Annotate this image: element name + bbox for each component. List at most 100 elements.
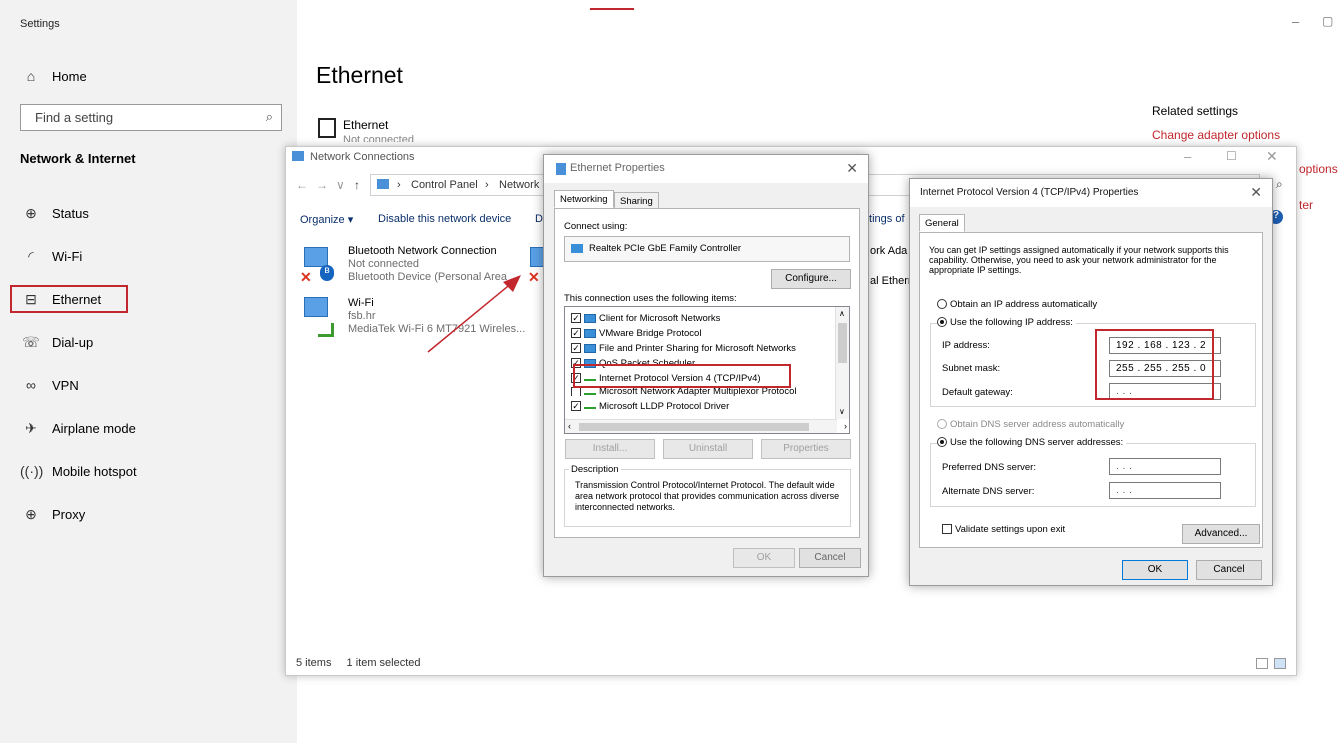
airplane-icon: ✈ (25, 419, 37, 436)
section-header: Network & Internet (20, 151, 136, 166)
hscroll-thumb[interactable] (579, 423, 809, 431)
ipv4-intro-text: You can get IP settings assigned automat… (929, 245, 1229, 275)
ipv4-title: Internet Protocol Version 4 (TCP/IPv4) P… (920, 187, 1139, 198)
list-item[interactable]: ✓ Client for Microsoft Networks (571, 312, 720, 324)
item-label: VMware Bridge Protocol (599, 327, 702, 339)
checkbox-file-sharing[interactable]: ✓ (571, 343, 581, 353)
ipv4-cancel-button[interactable]: Cancel (1196, 560, 1262, 580)
nc-maximize-icon[interactable]: ☐ (1226, 149, 1237, 163)
obtain-dns-radio[interactable]: Obtain DNS server address automatically (937, 419, 1124, 430)
ethernet-item-label[interactable]: Ethernet (343, 118, 388, 132)
ep-ok-button[interactable]: OK (733, 548, 795, 568)
highlight-ethernet-nav (10, 285, 128, 313)
nav-dialup[interactable]: ☏ Dial-up (20, 328, 93, 356)
list-item[interactable]: ✓ Microsoft LLDP Protocol Driver (571, 400, 729, 412)
nav-status[interactable]: ⊕ Status (20, 199, 89, 227)
change-settings-button-clipped[interactable]: ttings of (866, 213, 905, 225)
default-gateway-label: Default gateway: (942, 387, 1013, 398)
scroll-down-icon[interactable]: ∨ (839, 407, 845, 416)
scroll-right-icon[interactable]: › (844, 421, 847, 431)
breadcrumb-network[interactable]: Network a (499, 179, 549, 191)
nav-wifi[interactable]: ◜ Wi-Fi (20, 242, 82, 270)
alternate-dns-field[interactable]: . . . (1109, 482, 1221, 499)
wifi-connection-icon (300, 295, 334, 339)
back-arrow-icon[interactable]: ← (296, 178, 308, 192)
organize-menu[interactable]: Organize ▾ (300, 213, 353, 226)
details-view-icon[interactable] (1256, 658, 1268, 669)
ipv4-tab-general[interactable]: General (919, 214, 965, 232)
network-service-icon (584, 343, 596, 353)
uninstall-button[interactable]: Uninstall (663, 439, 753, 459)
use-dns-radio[interactable]: Use the following DNS server addresses: (937, 437, 1127, 448)
item-label: Client for Microsoft Networks (599, 312, 721, 324)
disable-device-button[interactable]: Disable this network device (378, 213, 511, 225)
nav-proxy-label: Proxy (52, 506, 86, 522)
scroll-left-icon[interactable]: ‹ (568, 421, 571, 431)
list-item[interactable]: ✓ File and Printer Sharing for Microsoft … (571, 342, 796, 354)
globe-icon: ⊕ (25, 204, 37, 221)
scroll-thumb[interactable] (838, 323, 847, 363)
nav-hotspot[interactable]: ((·)) Mobile hotspot (20, 457, 137, 485)
up-arrow-icon[interactable]: ↑ (354, 178, 360, 192)
clipped-link-options[interactable]: options (1299, 162, 1338, 176)
app-title: Settings (20, 18, 60, 30)
ep-tab-networking[interactable]: Networking (554, 190, 614, 208)
use-dns-label: Use the following DNS server addresses: (950, 437, 1124, 448)
list-item[interactable]: ✓ VMware Bridge Protocol (571, 327, 701, 339)
nav-vpn[interactable]: ∞ VPN (20, 371, 79, 399)
properties-button[interactable]: Properties (761, 439, 851, 459)
nc-title: Network Connections (310, 151, 415, 163)
nc-search-icon[interactable]: ⌕ (1276, 177, 1283, 192)
install-button[interactable]: Install... (565, 439, 655, 459)
highlight-ipv4-item (573, 364, 791, 388)
advanced-button[interactable]: Advanced... (1182, 524, 1260, 544)
ep-title: Ethernet Properties (570, 162, 665, 174)
recent-chevron-icon[interactable]: ∨ (336, 178, 345, 192)
nav-home[interactable]: ⌂ Home (20, 62, 87, 90)
ep-cancel-button[interactable]: Cancel (799, 548, 861, 568)
clipped-link-ter[interactable]: ter (1299, 198, 1313, 212)
subnet-mask-label: Subnet mask: (942, 363, 1001, 374)
radio-use-dns[interactable] (937, 437, 947, 448)
ep-tab-sharing[interactable]: Sharing (614, 192, 659, 208)
ipv4-close-icon[interactable]: ✕ (1250, 184, 1262, 201)
checkbox-lldp[interactable]: ✓ (571, 401, 581, 411)
ipv4-ok-button[interactable]: OK (1122, 560, 1188, 580)
obtain-ip-radio[interactable]: Obtain an IP address automatically (937, 299, 1097, 310)
progress-accent (590, 8, 634, 10)
nc-minimize-icon[interactable]: – (1184, 149, 1191, 164)
scroll-up-icon[interactable]: ∧ (839, 309, 845, 318)
radio-obtain-ip[interactable] (937, 299, 947, 310)
nav-wifi-label: Wi-Fi (52, 248, 83, 264)
radio-obtain-dns[interactable] (937, 419, 947, 430)
large-icons-view-icon[interactable] (1274, 658, 1286, 669)
radio-use-ip[interactable] (937, 317, 947, 328)
configure-button[interactable]: Configure... (771, 269, 851, 289)
forward-arrow-icon[interactable]: → (316, 178, 328, 192)
nav-proxy[interactable]: ⊕ Proxy (20, 500, 85, 528)
use-ip-radio[interactable]: Use the following IP address: (937, 317, 1076, 328)
maximize-icon[interactable]: ▢ (1322, 14, 1333, 28)
items-hscrollbar[interactable]: ‹ › (565, 419, 847, 433)
preferred-dns-field[interactable]: . . . (1109, 458, 1221, 475)
ipv4-titlebar: Internet Protocol Version 4 (TCP/IPv4) P… (910, 179, 1272, 207)
checkbox-multiplexor[interactable] (571, 387, 581, 396)
address-folder-icon (377, 179, 389, 189)
nc-close-icon[interactable]: ✕ (1266, 148, 1278, 165)
search-input[interactable]: Find a setting ⌕ (20, 104, 282, 131)
item-label: Microsoft Network Adapter Multiplexor Pr… (599, 387, 797, 396)
ep-close-icon[interactable]: ✕ (846, 160, 858, 177)
checkbox-client[interactable]: ✓ (571, 313, 581, 323)
change-adapter-options-link[interactable]: Change adapter options (1152, 128, 1280, 142)
nav-status-label: Status (52, 205, 89, 221)
minimize-icon[interactable]: – (1292, 14, 1299, 29)
checkbox-validate[interactable] (942, 524, 952, 535)
list-item[interactable]: Microsoft Network Adapter Multiplexor Pr… (571, 387, 796, 396)
status-item-count: 5 items (296, 657, 332, 669)
nav-airplane[interactable]: ✈ Airplane mode (20, 414, 136, 442)
ethernet-adapter-icon (318, 118, 336, 138)
validate-checkbox[interactable]: Validate settings upon exit (942, 524, 1065, 535)
items-vscrollbar[interactable]: ∧ ∨ (835, 307, 849, 419)
breadcrumb-control-panel[interactable]: Control Panel (411, 179, 478, 191)
checkbox-vmware[interactable]: ✓ (571, 328, 581, 338)
